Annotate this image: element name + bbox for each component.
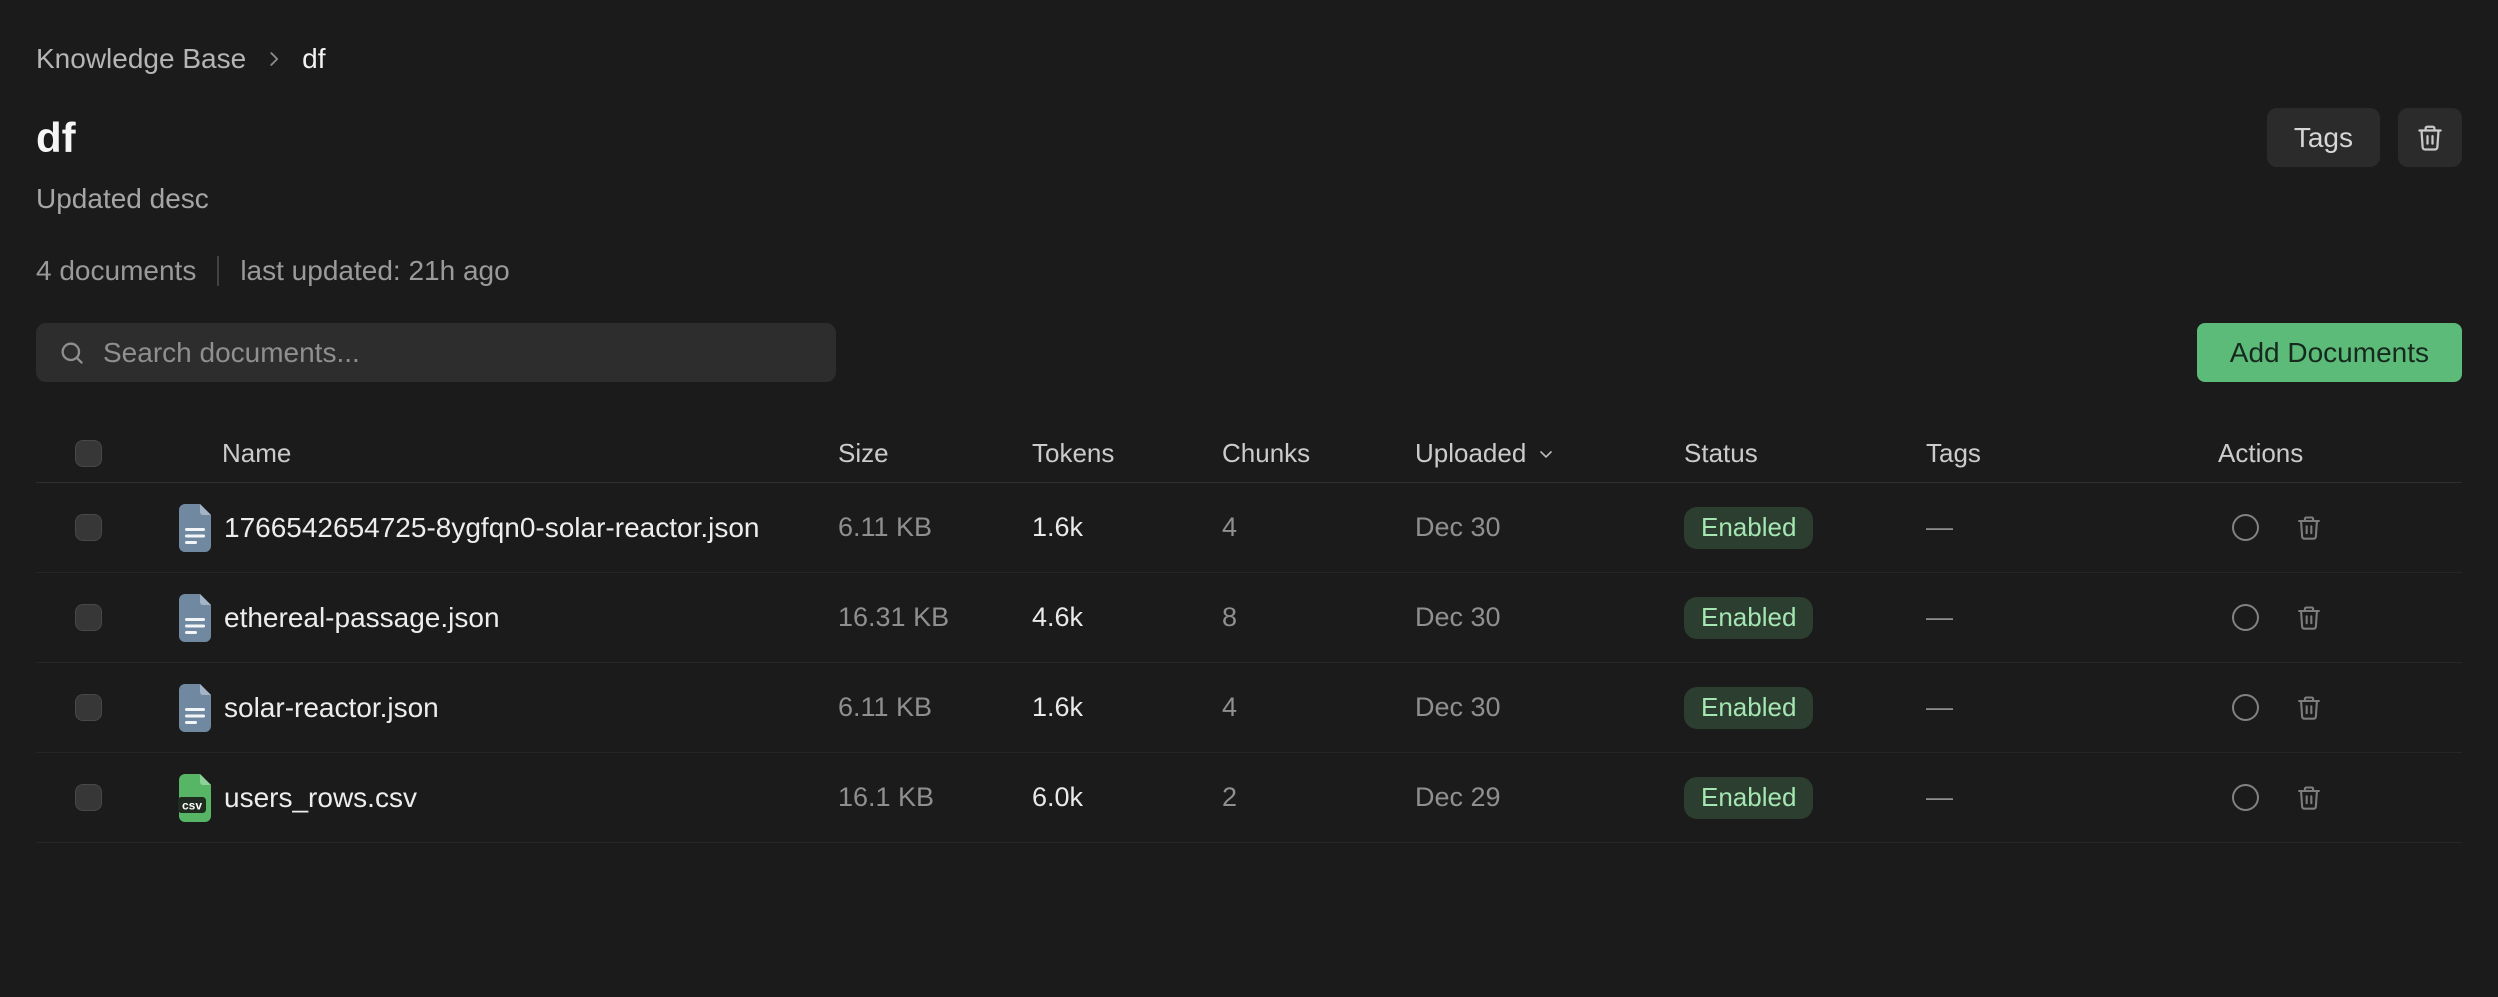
document-name[interactable]: solar-reactor.json (224, 692, 439, 724)
trash-icon (2295, 694, 2323, 722)
column-header-size[interactable]: Size (838, 438, 1032, 469)
column-header-tokens[interactable]: Tokens (1032, 438, 1222, 469)
json-file-icon (175, 594, 215, 642)
document-size: 16.31 KB (838, 602, 1032, 633)
row-checkbox[interactable] (75, 604, 102, 631)
title-actions: Tags (2267, 108, 2462, 167)
knowledge-base-page: Knowledge Base df df Tags Updated desc 4… (0, 0, 2498, 997)
delete-document-button[interactable] (2295, 784, 2323, 812)
column-header-name[interactable]: Name (175, 438, 838, 469)
json-file-icon (175, 504, 215, 552)
uploaded-header-label: Uploaded (1415, 438, 1526, 469)
delete-knowledge-base-button[interactable] (2398, 108, 2462, 167)
document-size: 16.1 KB (838, 782, 1032, 813)
toolbar: Add Documents (36, 323, 2462, 382)
meta-divider (217, 256, 219, 286)
trash-icon (2415, 123, 2445, 153)
document-uploaded: Dec 30 (1415, 512, 1684, 543)
document-tags: — (1926, 782, 2218, 813)
breadcrumb: Knowledge Base df (36, 0, 2462, 76)
column-header-status[interactable]: Status (1684, 438, 1926, 469)
table-header: Name Size Tokens Chunks Uploaded Status … (36, 425, 2462, 483)
trash-icon (2295, 514, 2323, 542)
table-row: 1766542654725-8ygfqn0-solar-reactor.json… (36, 483, 2462, 573)
document-chunks: 4 (1222, 692, 1415, 723)
search-icon (58, 339, 86, 367)
column-header-actions: Actions (2218, 438, 2462, 469)
csv-file-icon (175, 774, 215, 822)
add-documents-button[interactable]: Add Documents (2197, 323, 2462, 382)
trash-icon (2295, 604, 2323, 632)
document-tags: — (1926, 602, 2218, 633)
sort-chevron-down-icon (1536, 444, 1556, 464)
document-count: 4 documents (36, 255, 196, 287)
status-badge: Enabled (1684, 597, 1813, 639)
status-badge: Enabled (1684, 687, 1813, 729)
document-name[interactable]: ethereal-passage.json (224, 602, 500, 634)
document-tokens: 1.6k (1032, 512, 1222, 543)
toggle-status-circle-icon[interactable] (2232, 514, 2259, 541)
table-row: users_rows.csv 16.1 KB 6.0k 2 Dec 29 Ena… (36, 753, 2462, 843)
document-chunks: 2 (1222, 782, 1415, 813)
trash-icon (2295, 784, 2323, 812)
column-header-uploaded[interactable]: Uploaded (1415, 438, 1684, 469)
document-name[interactable]: 1766542654725-8ygfqn0-solar-reactor.json (224, 512, 760, 544)
document-uploaded: Dec 29 (1415, 782, 1684, 813)
document-tokens: 4.6k (1032, 602, 1222, 633)
toggle-status-circle-icon[interactable] (2232, 694, 2259, 721)
json-file-icon (175, 684, 215, 732)
toggle-status-circle-icon[interactable] (2232, 604, 2259, 631)
breadcrumb-current: df (302, 43, 325, 75)
document-size: 6.11 KB (838, 512, 1032, 543)
document-uploaded: Dec 30 (1415, 692, 1684, 723)
document-tags: — (1926, 512, 2218, 543)
tags-button[interactable]: Tags (2267, 108, 2380, 167)
kb-meta: 4 documents last updated: 21h ago (36, 254, 2462, 288)
document-tokens: 6.0k (1032, 782, 1222, 813)
table-body: 1766542654725-8ygfqn0-solar-reactor.json… (36, 483, 2462, 843)
table-row: solar-reactor.json 6.11 KB 1.6k 4 Dec 30… (36, 663, 2462, 753)
page-title: df (36, 117, 76, 159)
document-name[interactable]: users_rows.csv (224, 782, 417, 814)
document-uploaded: Dec 30 (1415, 602, 1684, 633)
document-chunks: 4 (1222, 512, 1415, 543)
search-box[interactable] (36, 323, 836, 382)
status-badge: Enabled (1684, 777, 1813, 819)
document-tags: — (1926, 692, 2218, 723)
title-row: df Tags (36, 107, 2462, 168)
delete-document-button[interactable] (2295, 604, 2323, 632)
row-checkbox[interactable] (75, 514, 102, 541)
select-all-checkbox[interactable] (75, 440, 102, 467)
delete-document-button[interactable] (2295, 694, 2323, 722)
search-input[interactable] (101, 336, 814, 370)
column-header-chunks[interactable]: Chunks (1222, 438, 1415, 469)
status-badge: Enabled (1684, 507, 1813, 549)
chevron-right-icon (263, 48, 285, 70)
document-size: 6.11 KB (838, 692, 1032, 723)
document-chunks: 8 (1222, 602, 1415, 633)
column-header-tags[interactable]: Tags (1926, 438, 2218, 469)
row-checkbox[interactable] (75, 784, 102, 811)
kb-description: Updated desc (36, 182, 2462, 216)
row-checkbox[interactable] (75, 694, 102, 721)
table-row: ethereal-passage.json 16.31 KB 4.6k 8 De… (36, 573, 2462, 663)
delete-document-button[interactable] (2295, 514, 2323, 542)
toggle-status-circle-icon[interactable] (2232, 784, 2259, 811)
breadcrumb-knowledge-base-link[interactable]: Knowledge Base (36, 43, 246, 75)
last-updated: last updated: 21h ago (240, 255, 509, 287)
document-tokens: 1.6k (1032, 692, 1222, 723)
